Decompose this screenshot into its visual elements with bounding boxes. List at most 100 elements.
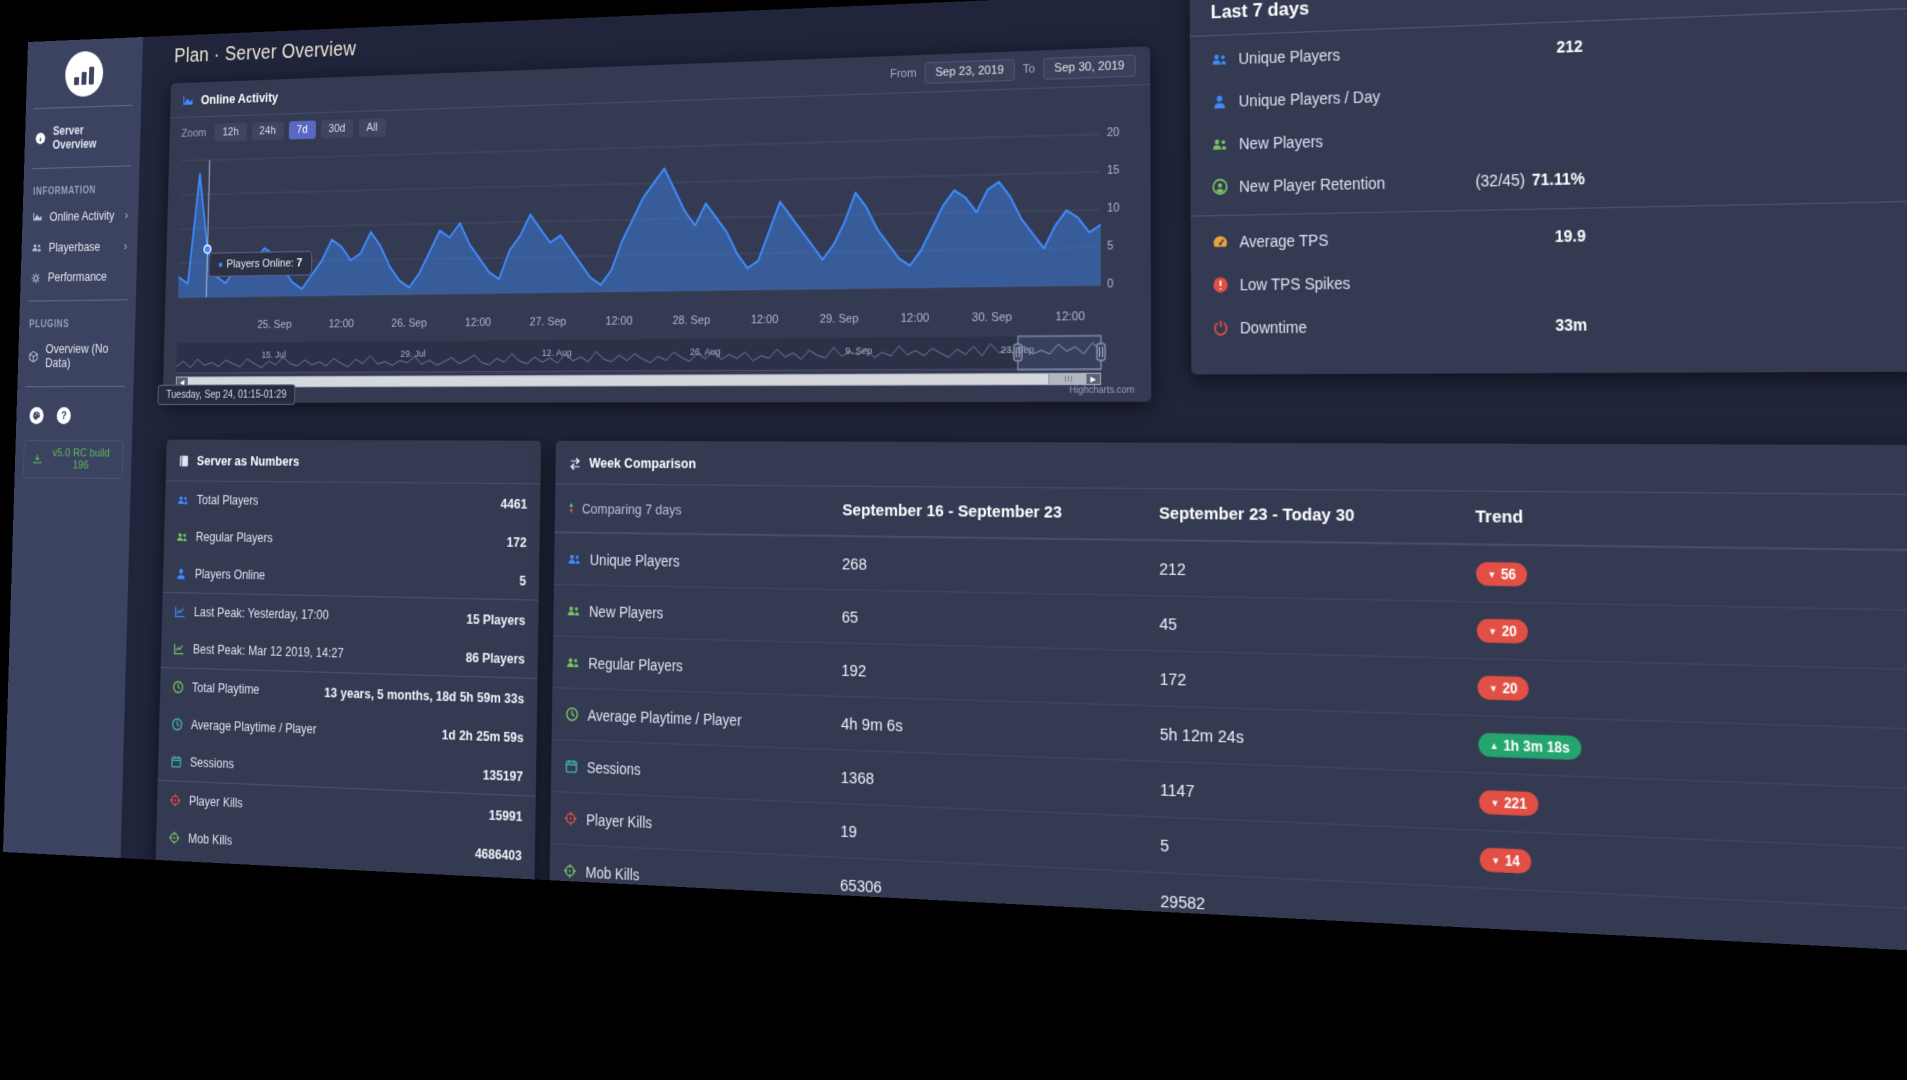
x-axis-tick: 27. Sep [529,315,567,329]
divider [34,104,133,110]
week1-value: 192 [841,660,867,680]
zoom-30d-button[interactable]: 30d [320,119,354,139]
zoom-7d-button[interactable]: 7d [288,120,316,140]
plan-logo[interactable] [64,50,104,98]
online-activity-card: Online Activity From To Zoom 12h24h7d30d… [157,46,1152,406]
sidebar-item-playerbase[interactable]: Playerbase › [21,230,138,263]
row-label: New Players [1238,132,1324,153]
x-axis-tick: 25. Sep [257,318,292,332]
exchange-icon [570,457,581,470]
row-value: 212 [1556,36,1583,57]
trend-badge: ▼ 14 [1479,847,1532,874]
navigator-tick: 12. Aug [541,347,572,360]
sidebar-section-label: PLUGINS [28,319,70,331]
row-value: 4461 [500,495,528,512]
sidebar-item-label: Overview (No Data) [44,341,109,371]
divider [28,299,128,302]
last7-group: Unique Players 212 Unique Players / Day New… [1190,6,1907,209]
users-icon [1212,54,1226,65]
numbers-group: Total Players 4461 Regular Players 172 Playe… [163,481,541,599]
to-date-input[interactable] [1043,54,1136,80]
calendar-icon [564,758,578,775]
column-header-week1: September 16 - September 23 [842,500,1062,523]
row-value: 5 [519,571,527,589]
week2-value: 1147 [1159,779,1195,801]
tooltip-value: 7 [296,257,303,270]
sidebar-item-online-activity[interactable]: Online Activity › [22,199,138,232]
chart-icon [174,604,186,619]
scrollbar-right-arrow-icon[interactable]: ▶ [1086,373,1101,384]
week1-value: 65 [841,606,859,627]
server-as-numbers-header: Server as Numbers [165,439,542,485]
from-date-input[interactable] [924,59,1015,85]
zoom-all-button[interactable]: All [358,118,386,138]
alert-icon [1213,277,1228,294]
navigator-tick: 9. Sep [845,345,873,358]
divider [32,165,132,170]
scrollbar-thumb[interactable] [1048,373,1089,385]
online-activity-chart[interactable] [178,125,1101,305]
row-label: Average Playtime / Player [190,717,317,737]
power-icon [1212,319,1229,337]
numbers-group: Last Peak: Yesterday, 17:00 15 Players Bes… [160,591,539,679]
x-axis-tick: 26. Sep [391,317,427,330]
row-value: 33m [1555,315,1588,335]
logo-bar [88,66,95,85]
row-value: 4686403 [474,844,522,863]
sidebar-item-server-overview[interactable]: Server Overview [24,113,141,160]
sidebar-item-performance[interactable]: Performance [20,261,137,293]
row-label: Unique Players [567,550,680,569]
info-icon [35,131,47,146]
row-label: Unique Players / Day [1238,87,1381,111]
week1-value: 1368 [840,767,875,788]
navigator-plot[interactable] [176,335,1101,375]
crosshair-icon [563,810,577,827]
users-icon [32,244,41,252]
trend-cell: ▼ 14 [1479,847,1532,874]
chartarea-icon [32,210,42,223]
row-value: 1d 2h 25m 59s [441,725,524,745]
caret-down-icon: ▼ [1488,682,1498,694]
card-title: Week Comparison [589,454,697,471]
zoom-label: Zoom [181,127,207,140]
users-icon [1213,139,1227,150]
theme-palette-icon[interactable] [29,407,44,425]
y-axis-tick: 10 [1106,201,1120,216]
card-title: Online Activity [200,88,279,107]
navigator-tick: 26. Aug [689,346,721,359]
users-icon [567,606,579,616]
calendar-icon [170,754,182,769]
numbers-group: Player Kills 15991 Mob Kills 4686403 [155,779,536,876]
row-label: Player Kills [188,793,243,811]
zoom-24h-button[interactable]: 24h [251,121,284,141]
exchange-icon [569,454,582,471]
row-label: Regular Players [566,653,683,674]
chart-scrollbar[interactable]: ◀ ▶ [175,372,1102,388]
sidebar-item-label: Playerbase [48,239,101,255]
version-label: v5.0 RC build 196 [52,447,110,472]
y-axis-tick: 5 [1107,239,1114,253]
week2-value: 45 [1159,613,1178,634]
users-icon [567,657,579,668]
help-icon[interactable]: ? [56,407,72,425]
trend-cell: ▼ 221 [1478,789,1539,817]
x-axis-tick: 30. Sep [971,310,1012,325]
row-label: Total Playtime [191,680,260,698]
sidebar-item-label: Performance [47,269,108,285]
skull-icon [564,916,574,928]
trend-badge: ▼ 20 [1477,675,1530,701]
row-label: Low TPS Spikes [1239,274,1351,294]
version-button[interactable]: v5.0 RC build 196 [22,440,124,479]
highcharts-credit: Highcharts.com [1069,383,1135,396]
zoom-12h-button[interactable]: 12h [214,122,247,142]
table-row: Downtime 33m [1191,298,1907,350]
chart-plot[interactable] [178,125,1101,305]
trend-badge: ▼ 56 [1475,561,1528,587]
chartarea-icon [182,93,193,107]
sidebar-item-overview-no-data-[interactable]: Overview (No Data) [18,333,135,378]
chart-navigator[interactable] [176,335,1101,375]
zoom-controls: Zoom 12h 24h 7d 30d All [181,118,386,143]
chart-area-icon [182,92,194,108]
column-header-week2: September 23 - Today 30 [1158,503,1355,526]
download-icon [32,453,42,465]
